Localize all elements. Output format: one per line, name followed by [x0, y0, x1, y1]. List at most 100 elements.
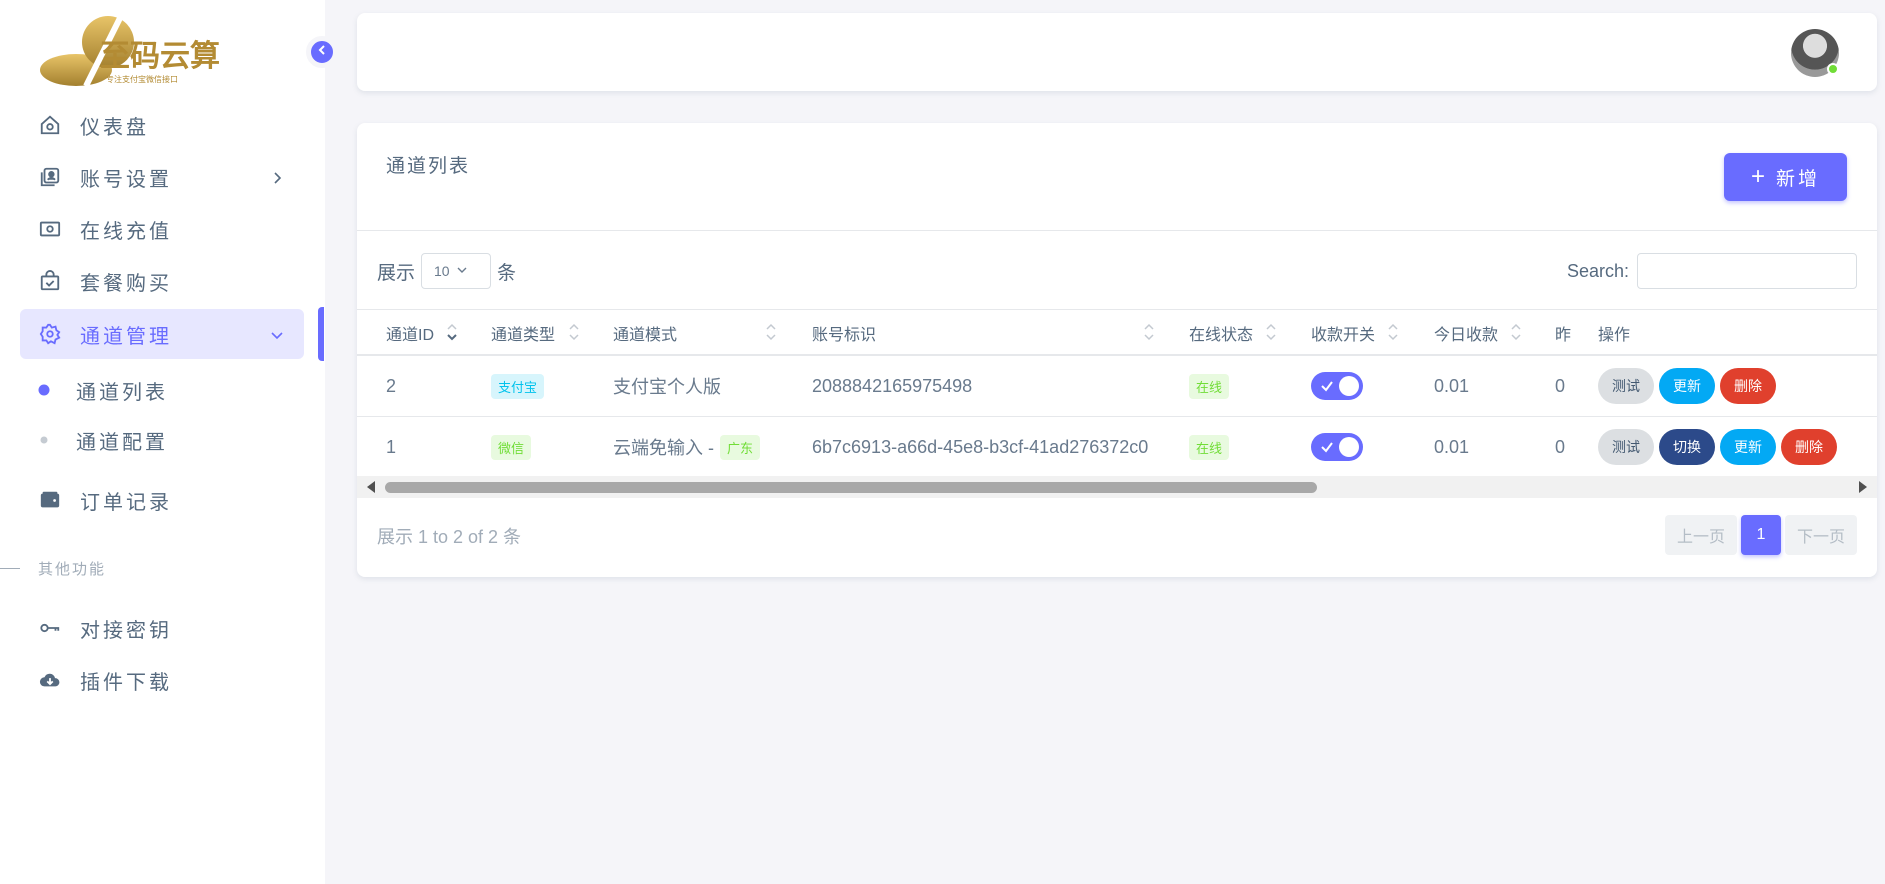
- gear-icon: [38, 322, 62, 346]
- column-header-id[interactable]: 通道ID: [386, 310, 434, 355]
- cell-mode: 支付宝个人版: [613, 377, 721, 397]
- cell-mode: 云端免输入 - 广东: [613, 417, 761, 477]
- page-length-select[interactable]: 10: [421, 253, 492, 289]
- sidebar-item-api-key[interactable]: 对接密钥: [20, 603, 304, 653]
- camera-money-icon: [38, 217, 62, 241]
- header-label: 今日收款: [1434, 326, 1499, 344]
- sidebar-item-plugin-download[interactable]: 插件下载: [20, 655, 304, 705]
- switch-button[interactable]: 切换: [1659, 429, 1715, 465]
- plus-icon: +: [1750, 163, 1768, 190]
- section-label-other: 其他功能: [0, 556, 106, 580]
- logo-subtitle: 专注支付宝微信接口: [106, 74, 178, 84]
- page-length-value: 10: [434, 263, 450, 279]
- online-status-dot: [1827, 63, 1839, 75]
- sidebar-item-label: 订单记录: [80, 491, 172, 514]
- cell-yesterday: 0: [1555, 436, 1566, 457]
- sort-icon[interactable]: [765, 320, 777, 344]
- check-icon: [1321, 381, 1333, 392]
- prev-page-button[interactable]: 上一页: [1664, 515, 1737, 555]
- chevron-down-icon: [270, 325, 284, 348]
- brand-logo[interactable]: 至码云算 专注支付宝微信接口: [38, 14, 228, 90]
- cell-switch: [1311, 417, 1363, 477]
- sort-icon[interactable]: [1143, 320, 1155, 344]
- sidebar-item-label: 套餐购买: [80, 272, 172, 295]
- cell-id: 2: [386, 375, 397, 396]
- channel-list-card: 通道列表 + 新增 展示 10 条 Search: 通道ID 通道类型 通道模式…: [357, 123, 1877, 577]
- scroll-right-arrow-icon[interactable]: [1859, 481, 1867, 493]
- page-length-control: 展示 10 条: [377, 253, 516, 289]
- column-header-yesterday[interactable]: 昨: [1555, 310, 1571, 355]
- user-avatar[interactable]: [1791, 29, 1839, 77]
- mode-text: 云端免输入 -: [613, 438, 714, 458]
- column-header-account[interactable]: 账号标识: [812, 310, 876, 355]
- delete-button[interactable]: 删除: [1781, 429, 1837, 465]
- sidebar-collapse-button[interactable]: [306, 36, 338, 68]
- sidebar-item-packages[interactable]: 套餐购买: [20, 256, 304, 306]
- sidebar-item-label: 仪表盘: [80, 116, 149, 139]
- column-header-mode[interactable]: 通道模式: [613, 310, 677, 355]
- sidebar-item-channel-management[interactable]: 通道管理: [20, 309, 304, 359]
- sidebar-item-label: 对接密钥: [80, 619, 172, 642]
- pagination: 上一页 1 下一页: [1661, 515, 1857, 555]
- header-label: 通道ID: [386, 326, 435, 344]
- page-1-button[interactable]: 1: [1740, 515, 1781, 555]
- sidebar-item-label: 在线充值: [80, 220, 172, 243]
- sidebar-item-recharge[interactable]: 在线充值: [20, 204, 304, 254]
- update-button[interactable]: 更新: [1659, 368, 1715, 404]
- scroll-left-arrow-icon[interactable]: [367, 481, 375, 493]
- delete-button[interactable]: 删除: [1720, 368, 1776, 404]
- header-label: 昨: [1555, 326, 1572, 344]
- show-suffix: 条: [497, 262, 517, 284]
- key-icon: [38, 616, 62, 640]
- cell-id: 1: [386, 436, 397, 457]
- column-header-today[interactable]: 今日收款: [1434, 310, 1498, 355]
- logo-text: 至码云算: [100, 39, 220, 74]
- sort-icon[interactable]: [568, 320, 580, 344]
- update-button[interactable]: 更新: [1720, 429, 1776, 465]
- sidebar-item-account-settings[interactable]: 账号设置: [20, 152, 304, 202]
- column-header-type[interactable]: 通道类型: [491, 310, 555, 355]
- receive-toggle[interactable]: [1311, 372, 1363, 400]
- top-navbar: [357, 13, 1877, 91]
- header-label: 收款开关: [1311, 326, 1376, 344]
- chevron-left-icon: [316, 43, 328, 61]
- sidebar-subitem-channel-config[interactable]: 通道配置: [38, 422, 168, 458]
- column-header-status[interactable]: 在线状态: [1189, 310, 1253, 355]
- type-badge: 微信: [491, 434, 532, 460]
- test-button[interactable]: 测试: [1598, 368, 1654, 404]
- sidebar-subitem-channel-list[interactable]: 通道列表: [38, 372, 168, 408]
- add-channel-button[interactable]: + 新增: [1724, 153, 1847, 201]
- status-badge: 在线: [1189, 434, 1230, 460]
- next-page-button[interactable]: 下一页: [1784, 515, 1857, 555]
- active-dot-icon: [38, 384, 50, 396]
- check-icon: [1321, 442, 1333, 453]
- cell-type: 微信: [491, 417, 532, 477]
- search-input[interactable]: [1637, 253, 1857, 289]
- receive-toggle[interactable]: [1311, 433, 1363, 461]
- header-label: 通道类型: [491, 326, 556, 344]
- cell-actions: 测试 切换 更新 删除: [1598, 417, 1842, 477]
- id-card-icon: [38, 165, 62, 189]
- cell-status: 在线: [1189, 356, 1230, 416]
- sort-icon[interactable]: [1387, 320, 1399, 344]
- card-title: 通道列表: [386, 156, 471, 177]
- cell-status: 在线: [1189, 417, 1230, 477]
- horizontal-scrollbar[interactable]: [357, 476, 1877, 498]
- scrollbar-thumb[interactable]: [385, 482, 1317, 493]
- sidebar-item-dashboard[interactable]: 仪表盘: [20, 100, 304, 150]
- column-header-switch[interactable]: 收款开关: [1311, 310, 1375, 355]
- add-button-label: 新增: [1776, 168, 1821, 190]
- column-header-actions: 操作: [1598, 310, 1630, 355]
- sort-icon[interactable]: [1510, 320, 1522, 344]
- cell-type: 支付宝: [491, 356, 545, 416]
- test-button[interactable]: 测试: [1598, 429, 1654, 465]
- cell-switch: [1311, 356, 1363, 416]
- sort-icon[interactable]: [1265, 320, 1277, 344]
- sidebar-subitem-label: 通道配置: [76, 431, 168, 454]
- sort-desc-icon[interactable]: [446, 320, 458, 344]
- cell-account: 2088842165975498: [812, 375, 973, 396]
- cloud-download-icon: [38, 668, 62, 692]
- sidebar-item-orders[interactable]: 订单记录: [20, 475, 304, 525]
- table-header: 通道ID 通道类型 通道模式 账号标识 在线状态 收款开关 今日收款 昨 操作: [357, 309, 1877, 356]
- toggle-knob: [1339, 376, 1359, 396]
